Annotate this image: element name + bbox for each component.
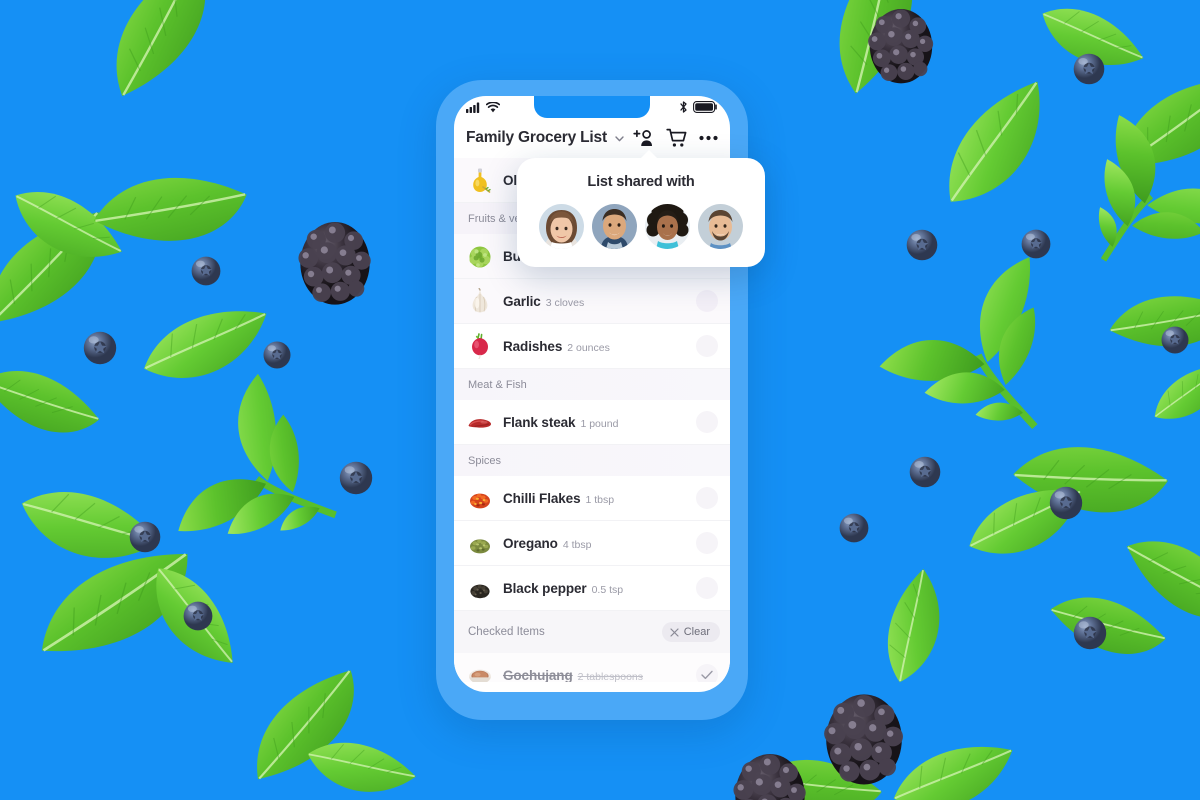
item-checkbox[interactable] bbox=[696, 577, 718, 599]
mint-leaf-icon bbox=[867, 558, 967, 697]
blueberry-icon bbox=[262, 340, 292, 370]
blueberry-icon bbox=[1072, 615, 1108, 651]
bluetooth-icon bbox=[679, 100, 688, 118]
phone-notch bbox=[534, 96, 650, 118]
item-name: Gochujang bbox=[503, 667, 573, 683]
blueberry-icon bbox=[128, 520, 162, 554]
garlic-bulb-icon bbox=[467, 288, 493, 314]
item-checkbox[interactable] bbox=[696, 532, 718, 554]
clear-button-label: Clear bbox=[683, 626, 710, 638]
item-name: Garlic bbox=[503, 293, 541, 309]
blueberry-icon bbox=[838, 512, 870, 544]
status-bar bbox=[454, 96, 730, 122]
item-name: Radishes bbox=[503, 338, 563, 354]
clear-button[interactable]: Clear bbox=[661, 622, 720, 642]
blueberry-icon bbox=[1072, 52, 1106, 86]
list-item[interactable]: Garlic 3 cloves bbox=[454, 279, 730, 324]
battery-icon bbox=[693, 100, 718, 118]
item-quantity: 1 tbsp bbox=[585, 493, 615, 506]
blackberry-icon bbox=[820, 690, 908, 786]
checked-items-label: Checked Items bbox=[468, 626, 545, 638]
avatar-row bbox=[531, 204, 751, 249]
checked-items-header: Checked Items Clear bbox=[454, 611, 730, 653]
blueberry-icon bbox=[338, 460, 374, 496]
radish-icon bbox=[467, 333, 493, 359]
share-popover: List shared with bbox=[517, 150, 765, 267]
item-name: Black pepper bbox=[503, 580, 587, 596]
list-item[interactable]: Radishes 2 ounces bbox=[454, 324, 730, 369]
blackberry-icon bbox=[295, 218, 375, 306]
close-x-icon bbox=[670, 627, 679, 637]
olive-oil-bottle-icon bbox=[467, 167, 493, 193]
raw-steak-icon bbox=[467, 409, 493, 435]
popover-arrow bbox=[640, 150, 658, 159]
wifi-icon bbox=[485, 100, 501, 118]
blueberry-icon bbox=[905, 228, 939, 262]
blueberry-icon bbox=[1020, 228, 1052, 260]
dried-oregano-icon bbox=[467, 530, 493, 556]
item-name: Flank steak bbox=[503, 414, 576, 430]
blueberry-icon bbox=[908, 455, 942, 489]
mint-leaf-icon bbox=[1139, 350, 1200, 441]
avatar[interactable] bbox=[698, 204, 743, 249]
avatar[interactable] bbox=[645, 204, 690, 249]
item-quantity: 0.5 tsp bbox=[591, 583, 624, 596]
item-checkbox[interactable] bbox=[696, 290, 718, 312]
gochujang-bowl-icon bbox=[467, 662, 493, 682]
page-title: Family Grocery List bbox=[466, 129, 607, 146]
chevron-down-icon[interactable] bbox=[613, 132, 626, 145]
list-item[interactable]: Chilli Flakes 1 tbsp bbox=[454, 476, 730, 521]
black-pepper-icon bbox=[467, 575, 493, 601]
item-checkbox-checked[interactable] bbox=[696, 664, 718, 682]
blackberry-icon bbox=[730, 750, 810, 800]
item-quantity: 2 tablespoons bbox=[577, 670, 643, 683]
item-quantity: 1 pound bbox=[580, 417, 619, 430]
list-item[interactable]: Oregano 4 tbsp bbox=[454, 521, 730, 566]
item-checkbox[interactable] bbox=[696, 487, 718, 509]
section-header-meat: Meat & Fish bbox=[454, 369, 730, 400]
item-name: Oregano bbox=[503, 535, 558, 551]
list-item-checked[interactable]: Gochujang 2 tablespoons bbox=[454, 653, 730, 682]
blueberry-icon bbox=[182, 600, 214, 632]
shopping-cart-icon[interactable] bbox=[666, 128, 687, 148]
overflow-menu-icon[interactable] bbox=[699, 135, 718, 141]
blackberry-icon bbox=[865, 5, 937, 85]
blueberry-icon bbox=[1160, 325, 1190, 355]
section-header-spices: Spices bbox=[454, 445, 730, 476]
blueberry-icon bbox=[82, 330, 118, 366]
item-checkbox[interactable] bbox=[696, 411, 718, 433]
mint-leaf-icon bbox=[77, 0, 242, 107]
add-person-icon[interactable] bbox=[633, 129, 654, 148]
app-header: Family Grocery List bbox=[454, 122, 730, 158]
blueberry-icon bbox=[190, 255, 222, 287]
avatar[interactable] bbox=[539, 204, 584, 249]
popover-title: List shared with bbox=[587, 174, 695, 190]
blueberry-icon bbox=[1048, 485, 1084, 521]
avatar[interactable] bbox=[592, 204, 637, 249]
item-quantity: 2 ounces bbox=[567, 341, 610, 354]
cellular-signal-icon bbox=[466, 100, 481, 118]
list-item[interactable]: Black pepper 0.5 tsp bbox=[454, 566, 730, 611]
item-name: Chilli Flakes bbox=[503, 490, 581, 506]
item-quantity: 4 tbsp bbox=[562, 538, 592, 551]
chilli-flakes-icon bbox=[467, 485, 493, 511]
butterhead-lettuce-icon bbox=[467, 243, 493, 269]
item-checkbox[interactable] bbox=[696, 335, 718, 357]
item-quantity: 3 cloves bbox=[545, 296, 585, 309]
list-item[interactable]: Flank steak 1 pound bbox=[454, 400, 730, 445]
